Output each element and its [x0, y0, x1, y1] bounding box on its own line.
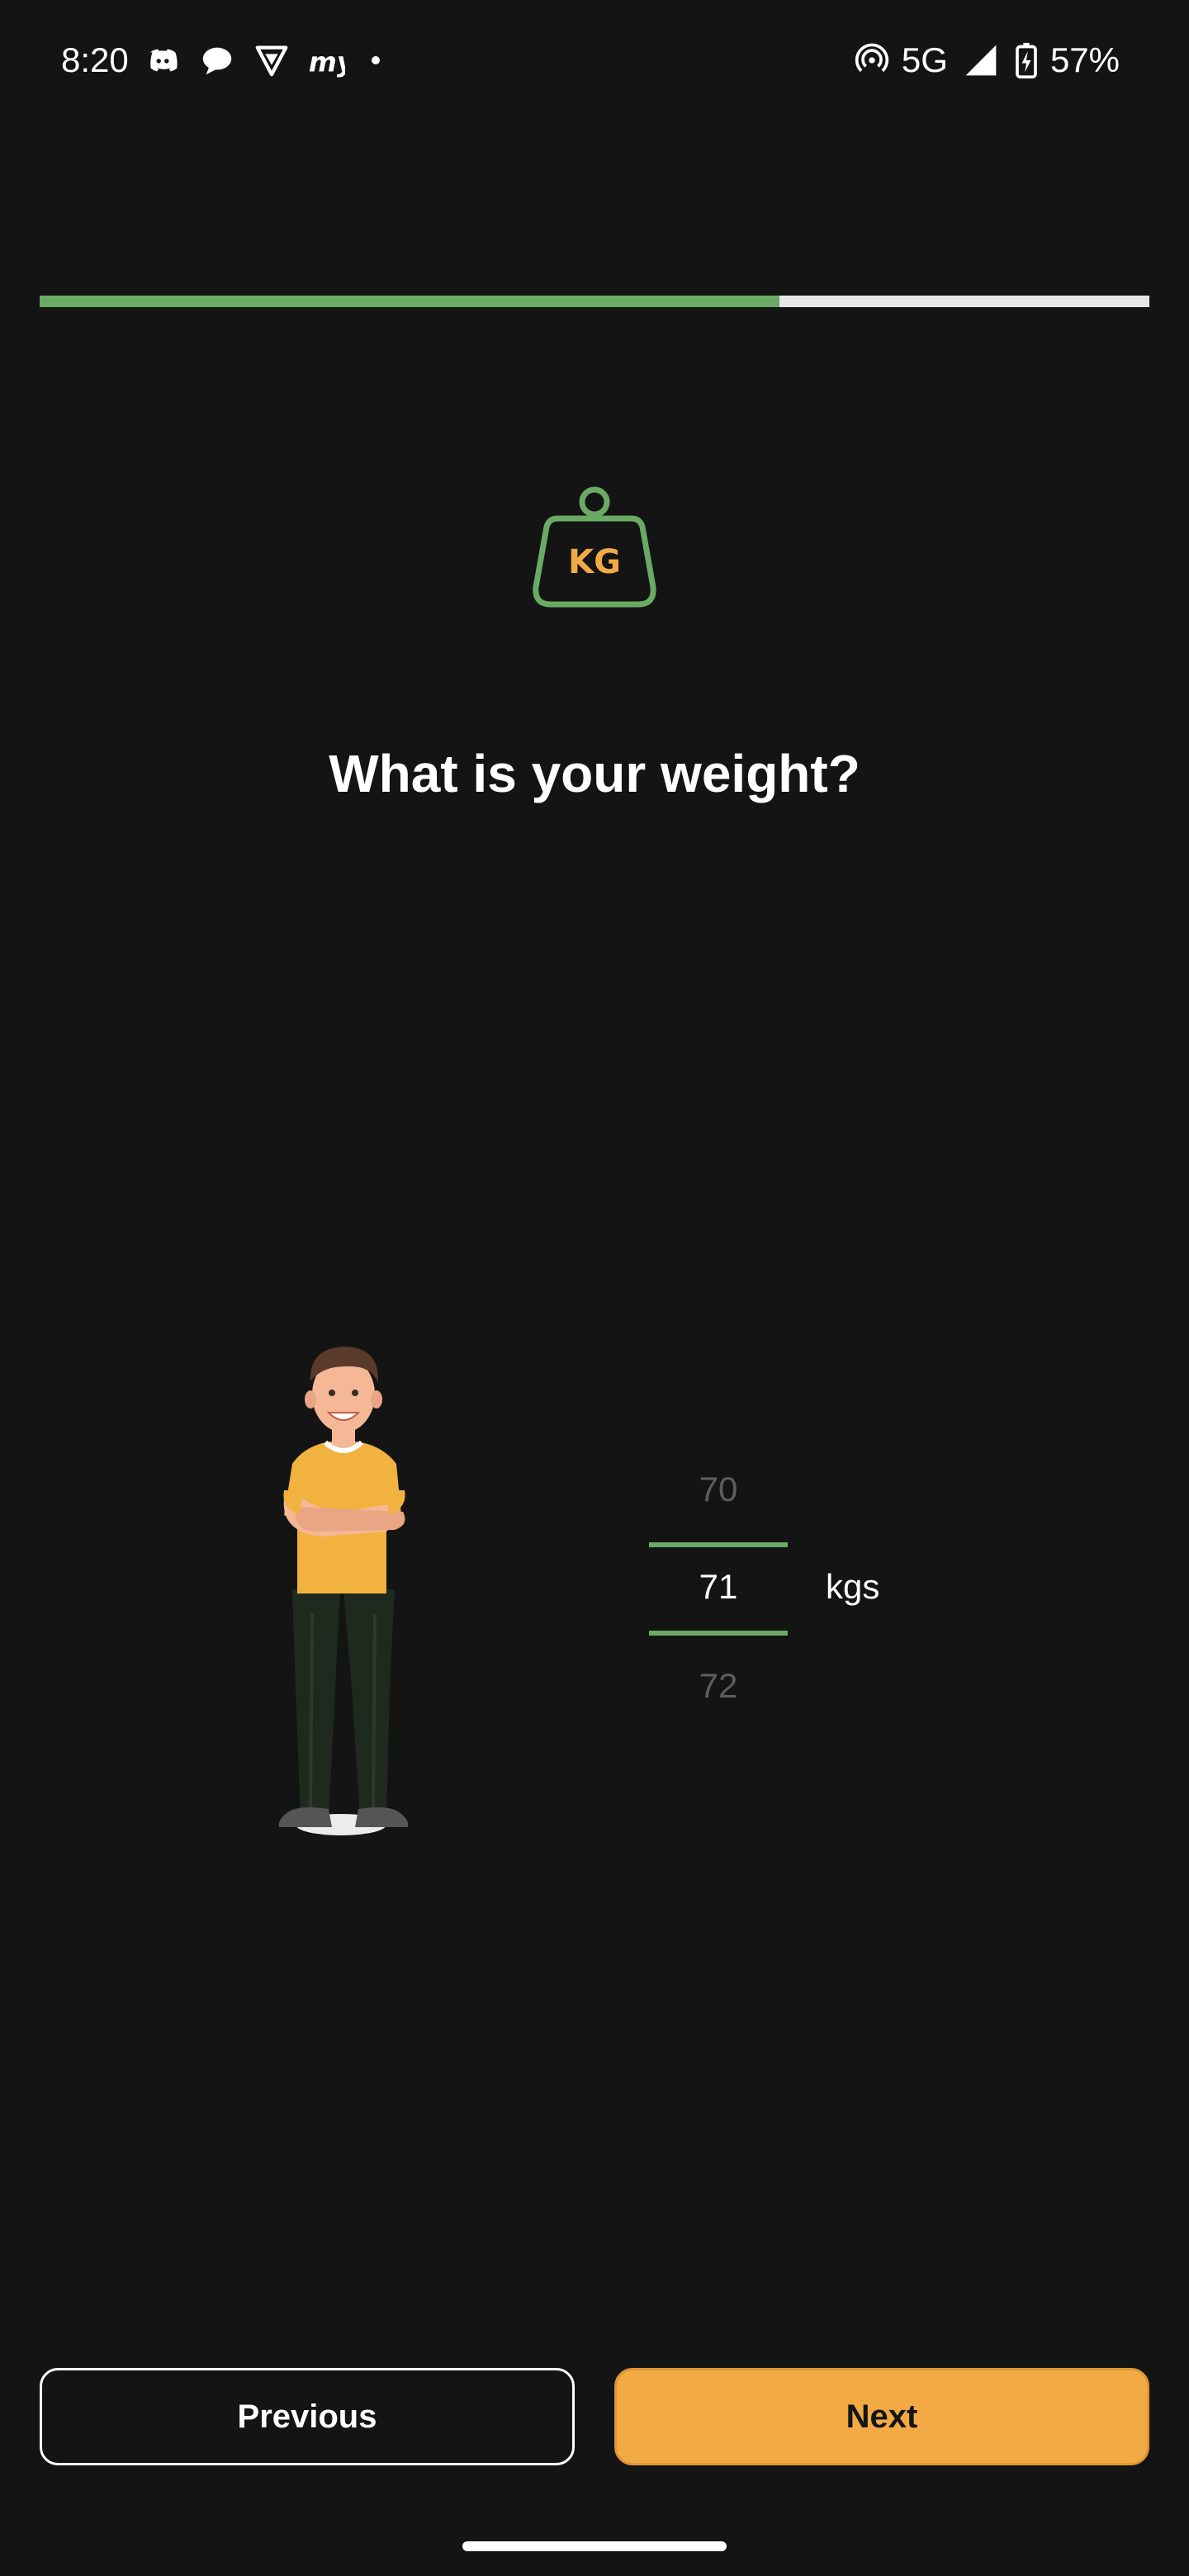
signal-icon [965, 45, 997, 75]
chat-bubble-icon [198, 41, 236, 79]
status-left: 8:20 my [61, 40, 380, 80]
person-avatar-illustration [278, 1347, 409, 1835]
page-title: What is your weight? [329, 744, 860, 803]
svg-text:my: my [309, 46, 345, 78]
discord-icon [144, 41, 182, 79]
weight-picker[interactable]: 70 71 72 [649, 1445, 788, 1742]
kg-icon-text: KG [568, 543, 621, 581]
picker-option-next[interactable]: 72 [649, 1666, 788, 1706]
kg-weight-icon: KG [533, 486, 656, 608]
battery-percent: 57% [1049, 40, 1120, 79]
status-right: 5G 57% [839, 40, 1120, 80]
myntra-icon: my [307, 41, 345, 79]
previous-button[interactable]: Previous [40, 2368, 575, 2465]
more-notifications-dot [371, 55, 380, 64]
hotspot-icon [855, 43, 889, 72]
picker-selection-line-bottom [649, 1631, 788, 1636]
onboarding-progress-bar [40, 296, 1149, 307]
picker-selected-value[interactable]: 71 [649, 1567, 788, 1607]
status-bar: 8:20 my 5G 57% [0, 0, 1189, 120]
home-indicator[interactable] [462, 2541, 727, 2551]
network-type: 5G [901, 40, 948, 79]
vpn-shield-icon [253, 41, 291, 79]
picker-option-previous[interactable]: 70 [649, 1470, 788, 1509]
battery-charging-icon [1016, 42, 1037, 78]
picker-selection-line-top [649, 1542, 788, 1547]
clock: 8:20 [61, 40, 129, 79]
next-button[interactable]: Next [614, 2368, 1149, 2465]
progress-fill [40, 296, 780, 307]
weight-unit-label: kgs [826, 1567, 880, 1606]
